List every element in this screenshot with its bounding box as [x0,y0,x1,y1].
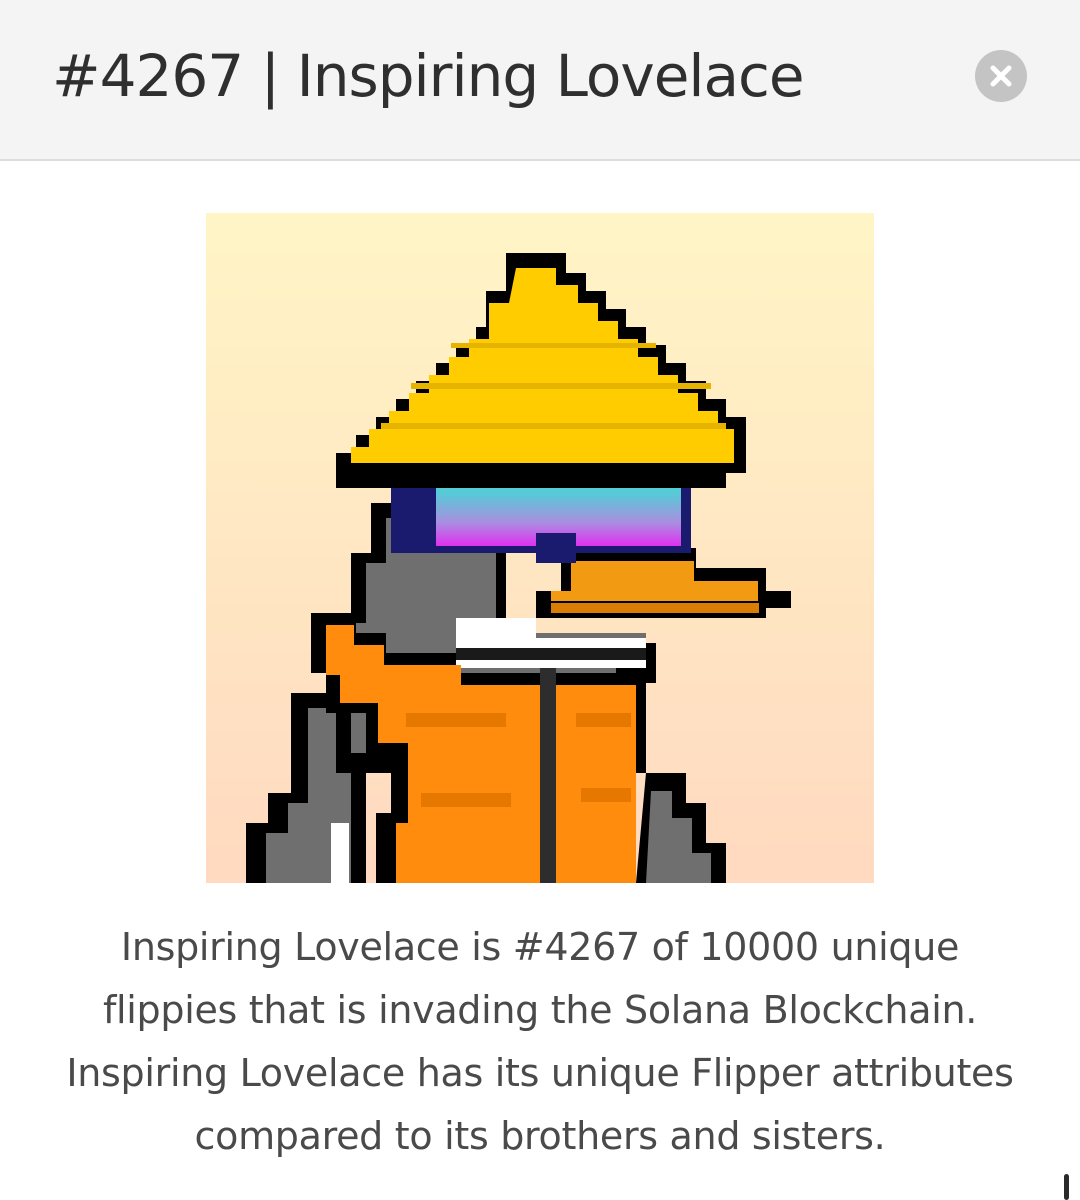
penguin-image [206,213,874,883]
close-icon [990,65,1012,87]
description-line: compared to its brothers and sisters. [194,1114,886,1158]
description-line: Inspiring Lovelace is #4267 of 10000 uni… [120,925,960,969]
description-line: flippies that is invading the Solana Blo… [102,988,978,1032]
nft-artwork [206,213,874,883]
close-button[interactable] [975,50,1027,102]
description-line: Inspiring Lovelace has its unique Flippe… [66,1051,1014,1095]
scrollbar[interactable] [1064,1174,1069,1200]
nft-description: Inspiring Lovelace is #4267 of 10000 uni… [40,916,1040,1168]
page-title: #4267 | Inspiring Lovelace [52,42,805,110]
modal-header: #4267 | Inspiring Lovelace [0,0,1080,161]
